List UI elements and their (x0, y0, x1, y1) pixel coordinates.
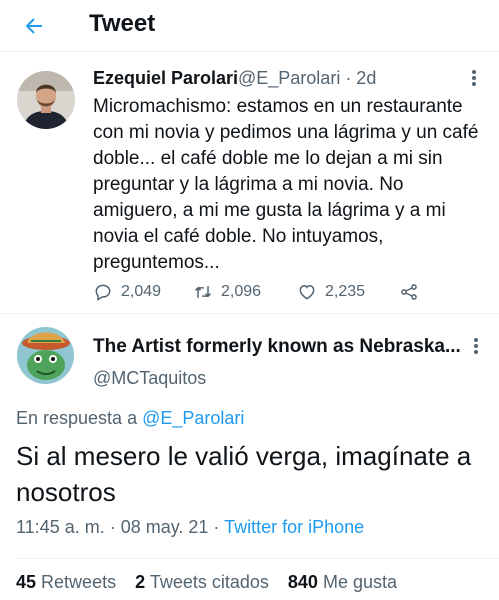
like-button[interactable]: 2,235 (297, 280, 365, 304)
reply-tweet: The Artist formerly known as Nebraska...… (0, 314, 499, 600)
back-arrow-icon (25, 18, 42, 34)
retweets-count: 45 (16, 572, 37, 592)
retweet-button[interactable]: 2,096 (193, 280, 261, 304)
author-name[interactable]: Ezequiel Parolari (93, 68, 238, 89)
tweet-timestamp: 11:45 a. m. · 08 may. 21 · Twitter for i… (16, 517, 364, 538)
more-options-icon[interactable] (468, 336, 484, 356)
quotes-stat[interactable]: 2 Tweets citados (135, 572, 269, 592)
retweet-icon (194, 286, 212, 298)
likes-stat[interactable]: 840 Me gusta (288, 572, 397, 592)
reply-context: En respuesta a @E_Parolari (16, 408, 244, 429)
engagement-stats: 45 Retweets 2 Tweets citados 840 Me gust… (16, 572, 397, 593)
likes-count: 840 (287, 572, 318, 592)
original-tweet[interactable]: Ezequiel Parolari @E_Parolari · 2d Micro… (0, 52, 499, 314)
reply-prefix: En respuesta a (16, 408, 143, 428)
author-handle-time[interactable]: @E_Parolari · 2d (238, 68, 376, 89)
share-icon (401, 284, 417, 300)
reply-to-link[interactable]: @E_Parolari (142, 408, 244, 428)
retweet-count: 2,096 (221, 283, 262, 300)
quotes-count: 2 (135, 572, 146, 592)
page-title: Tweet (89, 10, 156, 37)
likes-label: Me gusta (322, 572, 397, 592)
reply-icon (95, 284, 111, 301)
heart-icon (299, 284, 315, 300)
like-count: 2,235 (325, 283, 366, 300)
share-button[interactable] (399, 280, 427, 304)
back-button[interactable] (18, 10, 50, 42)
tweet-text: Si al mesero le valió verga, imagínate a… (16, 441, 472, 507)
avatar[interactable] (17, 71, 75, 129)
divider (16, 558, 499, 559)
retweets-label: Retweets (41, 572, 117, 592)
top-bar: Tweet (0, 0, 499, 52)
avatar[interactable] (17, 327, 74, 384)
reply-count: 2,049 (121, 283, 162, 300)
quotes-label: Tweets citados (149, 572, 269, 592)
timestamp-text[interactable]: 11:45 a. m. · 08 may. 21 · (16, 517, 224, 537)
retweets-stat[interactable]: 45 Retweets (16, 572, 116, 592)
reply-button[interactable]: 2,049 (93, 280, 161, 304)
author-name[interactable]: The Artist formerly known as Nebraska... (93, 336, 461, 358)
tweet-text: Micromachismo: estamos en un restaurante… (93, 96, 479, 273)
more-options-icon[interactable] (466, 68, 482, 88)
source-link[interactable]: Twitter for iPhone (224, 517, 364, 537)
author-handle[interactable]: @MCTaquitos (93, 368, 206, 389)
